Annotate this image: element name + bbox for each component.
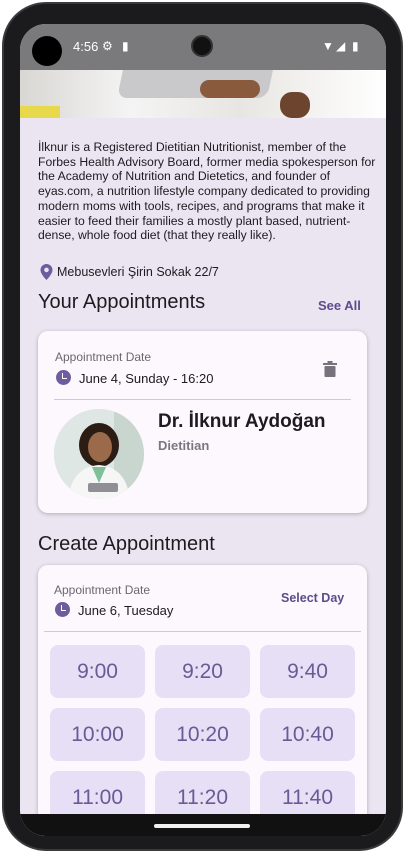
settings-icon: ⚙ [102,39,113,53]
time-slot[interactable]: 9:40 [260,645,355,698]
time-slot[interactable]: 10:00 [50,708,145,761]
your-appointments-title: Your Appointments [38,291,206,313]
address-row: Mebusevleri Şirin Sokak 22/7 [40,264,219,280]
selected-date-value: June 6, Tuesday [78,603,174,618]
front-camera-icon [32,36,62,66]
gesture-nav-bar [20,814,386,836]
status-bar: 4:56 ⚙ ▮ ▼ ◢ ▮ [20,24,386,70]
dietitian-cover-image [20,70,386,118]
time-slot[interactable]: 10:20 [155,708,250,761]
card-divider [54,399,351,400]
create-appointment-card: Appointment Date June 6, Tuesday Select … [38,565,367,836]
appointment-date-value: June 4, Sunday - 16:20 [79,371,214,386]
select-day-button[interactable]: Select Day [281,591,344,605]
status-time: 4:56 [73,39,99,54]
device-frame: 4:56 ⚙ ▮ ▼ ◢ ▮ İlknur is a Registered Di… [2,2,403,851]
sd-card-icon: ▮ [122,39,129,53]
camera-cutout [191,35,213,57]
battery-icon: ▮ [352,39,359,53]
card-divider [44,631,361,632]
see-all-button[interactable]: See All [318,298,361,313]
time-slot[interactable]: 10:40 [260,708,355,761]
time-slot[interactable]: 9:20 [155,645,250,698]
dietitian-bio: İlknur is a Registered Dietitian Nutriti… [38,140,376,243]
signal-icon: ◢ [336,39,346,53]
app-screen: 4:56 ⚙ ▮ ▼ ◢ ▮ İlknur is a Registered Di… [20,24,386,836]
appointment-card[interactable]: Appointment Date June 4, Sunday - 16:20 [38,331,367,513]
clock-icon [55,602,70,617]
appointment-date-label: Appointment Date [54,583,151,597]
doctor-avatar [54,409,144,499]
wifi-icon: ▼ [322,39,334,53]
appointment-date-label: Appointment Date [55,350,152,364]
address-text: Mebusevleri Şirin Sokak 22/7 [57,265,219,279]
doctor-name: Dr. İlknur Aydoğan [158,411,326,432]
doctor-role: Dietitian [158,438,210,453]
clock-icon [56,370,71,385]
delete-icon[interactable] [323,361,337,377]
time-slot[interactable]: 9:00 [50,645,145,698]
create-appointment-title: Create Appointment [38,533,215,555]
home-handle[interactable] [154,824,250,828]
location-pin-icon [40,264,53,280]
